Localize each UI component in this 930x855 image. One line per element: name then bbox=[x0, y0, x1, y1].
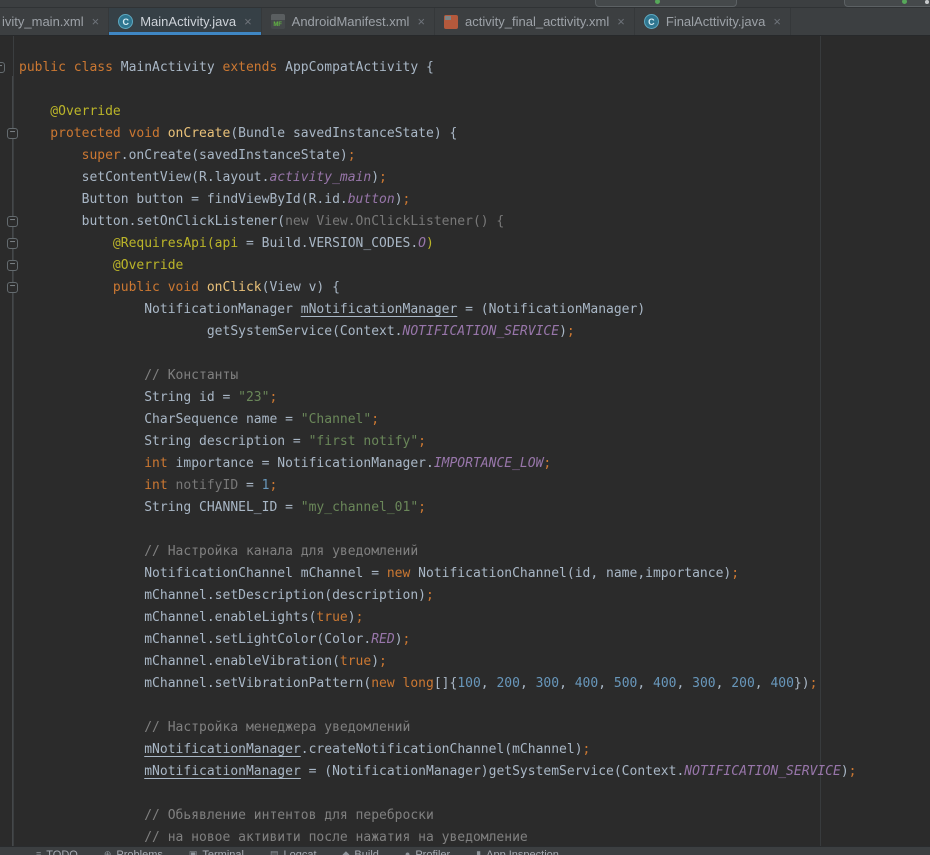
tool-window-button-profiler[interactable]: ● Profiler bbox=[405, 849, 450, 855]
code-line: mNotificationManager.createNotificationC… bbox=[19, 739, 930, 761]
code-line: NotificationChannel mChannel = new Notif… bbox=[19, 563, 930, 585]
code-line: // Настройка канала для уведомлений bbox=[19, 541, 930, 563]
code-line: mNotificationManager = (NotificationMana… bbox=[19, 761, 930, 783]
fold-marker-icon[interactable]: − bbox=[0, 62, 5, 73]
code-line: int importance = NotificationManager.IMP… bbox=[19, 453, 930, 475]
code-line: int notifyID = 1; bbox=[19, 475, 930, 497]
tab-label: activity_final_acttivity.xml bbox=[465, 14, 609, 29]
tool-window-button-logcat[interactable]: ▤ Logcat bbox=[270, 849, 317, 855]
tool-window-button-todo[interactable]: ≡ TODO bbox=[36, 849, 78, 855]
code-line: String id = "23"; bbox=[19, 387, 930, 409]
run-icon bbox=[655, 0, 660, 4]
layout-file-icon bbox=[444, 15, 458, 29]
code-line: mChannel.enableLights(true); bbox=[19, 607, 930, 629]
tool-window-label: App Inspection bbox=[486, 849, 559, 855]
code-line: getSystemService(Context.NOTIFICATION_SE… bbox=[19, 321, 930, 343]
code-line: mChannel.setLightColor(Color.RED); bbox=[19, 629, 930, 651]
tab-FinalActtivity.java[interactable]: C FinalActtivity.java × bbox=[635, 8, 791, 35]
android-studio-window: ivity_main.xml × C MainActivity.java × MF Andr… bbox=[0, 0, 930, 855]
tab-ivity_main.xml[interactable]: ivity_main.xml × bbox=[0, 8, 109, 35]
tool-window-bar: ≡ TODO ⊕ Problems ▣ Terminal ▤ Logcat ◆ Build ● Pro… bbox=[0, 846, 930, 855]
fold-marker-icon[interactable]: − bbox=[7, 260, 18, 271]
terminal-icon: ▣ bbox=[189, 849, 198, 855]
logcat-icon: ▤ bbox=[270, 849, 279, 855]
code-line: super.onCreate(savedInstanceState); bbox=[19, 145, 930, 167]
code-line: String description = "first notify"; bbox=[19, 431, 930, 453]
tab-label: ivity_main.xml bbox=[2, 14, 84, 29]
class-file-icon: C bbox=[644, 14, 659, 29]
code-line: protected void onCreate(Bundle savedInst… bbox=[19, 123, 930, 145]
more-icon bbox=[925, 0, 929, 4]
profiler-icon: ● bbox=[405, 849, 410, 855]
fold-marker-icon[interactable]: − bbox=[7, 282, 18, 293]
code-line: mChannel.setDescription(description); bbox=[19, 585, 930, 607]
code-line bbox=[19, 695, 930, 717]
code-line: setContentView(R.layout.activity_main); bbox=[19, 167, 930, 189]
close-tab-icon[interactable]: × bbox=[92, 14, 100, 29]
code-line: // Обьявление интентов для переброски bbox=[19, 805, 930, 827]
code-line: mChannel.enableVibration(true); bbox=[19, 651, 930, 673]
close-tab-icon[interactable]: × bbox=[617, 14, 625, 29]
main-toolbar-partial bbox=[0, 0, 930, 8]
tool-window-label: Logcat bbox=[283, 849, 316, 855]
tool-window-button-app-inspection[interactable]: ▮ App Inspection bbox=[476, 849, 559, 855]
tool-window-button-build[interactable]: ◆ Build bbox=[343, 849, 379, 855]
fold-marker-icon[interactable]: − bbox=[7, 128, 18, 139]
code-line: @RequiresApi(api = Build.VERSION_CODES.O… bbox=[19, 233, 930, 255]
tab-label: AndroidManifest.xml bbox=[292, 14, 410, 29]
problems-icon: ⊕ bbox=[104, 849, 112, 855]
tool-window-label: TODO bbox=[46, 849, 78, 855]
app-inspection-icon: ▮ bbox=[476, 849, 481, 855]
build-icon: ◆ bbox=[343, 849, 350, 855]
tab-label: FinalActtivity.java bbox=[666, 14, 765, 29]
tool-window-label: Profiler bbox=[415, 849, 450, 855]
todo-icon: ≡ bbox=[36, 849, 41, 855]
tool-window-button-terminal[interactable]: ▣ Terminal bbox=[189, 849, 244, 855]
code-line bbox=[19, 79, 930, 101]
manifest-file-icon: MF bbox=[271, 14, 285, 29]
tool-window-button-problems[interactable]: ⊕ Problems bbox=[104, 849, 163, 855]
code-line bbox=[19, 343, 930, 365]
code-line: button.setOnClickListener(new View.OnCli… bbox=[19, 211, 930, 233]
code-line bbox=[19, 783, 930, 805]
code-line: // Настройка менеджера уведомлений bbox=[19, 717, 930, 739]
close-tab-icon[interactable]: × bbox=[244, 14, 252, 29]
device-selector-button[interactable] bbox=[844, 0, 930, 7]
tab-MainActivity.java[interactable]: C MainActivity.java × bbox=[109, 8, 261, 35]
tool-window-label: Build bbox=[354, 849, 378, 855]
tab-activity_final_acttivity.xml[interactable]: activity_final_acttivity.xml × bbox=[435, 8, 635, 35]
run-icon bbox=[902, 0, 907, 4]
code-line: // на новое активити после нажатия на ув… bbox=[19, 827, 930, 846]
editor-tab-bar: ivity_main.xml × C MainActivity.java × MF Andr… bbox=[0, 8, 930, 36]
code-line: public void onClick(View v) { bbox=[19, 277, 930, 299]
code-content: public class MainActivity extends AppCom… bbox=[0, 57, 930, 846]
tool-window-label: Problems bbox=[116, 849, 162, 855]
code-line: Button button = findViewById(R.id.button… bbox=[19, 189, 930, 211]
close-tab-icon[interactable]: × bbox=[417, 14, 425, 29]
code-line bbox=[19, 519, 930, 541]
tab-label: MainActivity.java bbox=[140, 14, 236, 29]
code-line: mChannel.setVibrationPattern(new long[]{… bbox=[19, 673, 930, 695]
code-line: String CHANNEL_ID = "my_channel_01"; bbox=[19, 497, 930, 519]
code-line: public class MainActivity extends AppCom… bbox=[19, 57, 930, 79]
run-configuration-button[interactable] bbox=[595, 0, 737, 7]
fold-marker-icon[interactable]: − bbox=[7, 216, 18, 227]
code-line: @Override bbox=[19, 101, 930, 123]
tool-window-label: Terminal bbox=[202, 849, 244, 855]
code-line: CharSequence name = "Channel"; bbox=[19, 409, 930, 431]
code-line: @Override bbox=[19, 255, 930, 277]
code-editor[interactable]: public class MainActivity extends AppCom… bbox=[0, 36, 930, 846]
tab-AndroidManifest.xml[interactable]: MF AndroidManifest.xml × bbox=[262, 8, 435, 35]
close-tab-icon[interactable]: × bbox=[773, 14, 781, 29]
fold-marker-icon[interactable]: − bbox=[7, 238, 18, 249]
code-line: NotificationManager mNotificationManager… bbox=[19, 299, 930, 321]
class-file-icon: C bbox=[118, 14, 133, 29]
code-line: // Константы bbox=[19, 365, 930, 387]
